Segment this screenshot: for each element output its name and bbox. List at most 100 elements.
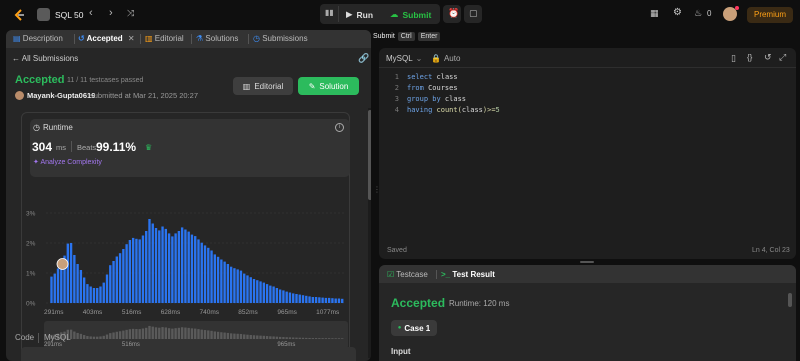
tab-editorial[interactable]: ▥ Editorial xyxy=(145,34,184,43)
problem-list-icon[interactable] xyxy=(37,8,50,21)
tab-testcase[interactable]: ☑ Testcase xyxy=(387,270,428,279)
chart-bar xyxy=(298,294,301,303)
chart-bar xyxy=(285,291,288,303)
leetcode-logo-icon[interactable] xyxy=(12,8,26,22)
chart-bar xyxy=(272,286,275,303)
code-line[interactable]: select class xyxy=(407,72,458,83)
debug-icon[interactable]: ▮▮ xyxy=(325,8,334,17)
chart-bar xyxy=(295,294,298,303)
submit-button[interactable]: ☁ Submit xyxy=(390,9,431,20)
x-tick-label: 403ms xyxy=(83,309,103,316)
chart-bar xyxy=(122,249,125,303)
navigator-bar xyxy=(187,327,190,339)
shuffle-icon[interactable]: ⤨ xyxy=(127,8,134,19)
next-problem-icon[interactable]: › xyxy=(109,7,113,19)
navigator-bar xyxy=(194,328,197,339)
reset-code-icon[interactable]: ↺ xyxy=(764,52,772,63)
language-select[interactable]: MySQL ⌄ xyxy=(386,54,422,63)
chart-bar xyxy=(216,256,220,303)
navigator-bar xyxy=(131,328,135,339)
result-status: Accepted xyxy=(391,296,446,310)
lock-icon: 🔒 xyxy=(431,54,441,63)
chart-bar xyxy=(161,226,164,303)
navigator-bar xyxy=(197,329,200,339)
submission-panel: ▤ Description ↺ Accepted ✕ ▥ Editorial ⚗… xyxy=(6,30,371,361)
run-button[interactable]: ▶ Run xyxy=(346,9,373,20)
status-dot-icon: ● xyxy=(397,325,402,331)
case-1-tab[interactable]: ● Case 1 xyxy=(391,320,437,336)
chart-bar xyxy=(92,288,96,303)
chart-bar xyxy=(314,297,318,303)
problem-list-title[interactable]: SQL 50 xyxy=(55,10,84,20)
chart-bar xyxy=(311,297,314,303)
tab-description[interactable]: ▤ Description xyxy=(13,34,63,43)
runtime-distribution-chart: 3% 2% 1% 0% 291ms 403ms 516ms 628ms 740ms 852ms 96… xyxy=(26,211,348,349)
alarm-icon: ⏰ xyxy=(448,8,460,18)
streak-fire-icon[interactable]: ♨ xyxy=(694,8,702,19)
panel-scrollbar-thumb[interactable] xyxy=(368,110,371,200)
tab-accepted[interactable]: ↺ Accepted ✕ xyxy=(78,34,135,43)
chart-bar xyxy=(239,270,243,303)
navigator-bar xyxy=(272,336,275,339)
chart-bar xyxy=(79,270,83,303)
x-tick-label: 740ms xyxy=(199,309,219,316)
navigator-bar xyxy=(292,337,295,339)
submitted-code-box xyxy=(21,347,356,361)
chart-bar xyxy=(275,288,279,303)
chart-bar xyxy=(213,254,216,303)
result-scrollbar-thumb[interactable] xyxy=(788,293,792,307)
submitter-name[interactable]: Mayank-Gupta0619 xyxy=(27,91,95,100)
timer-button[interactable]: ⏰ xyxy=(443,5,461,23)
navigator-bar xyxy=(334,338,337,339)
y-tick-label: 2% xyxy=(26,241,36,248)
tab-solutions[interactable]: ⚗ Solutions xyxy=(196,34,238,43)
code-line[interactable]: from Courses xyxy=(407,83,458,94)
tab-test-result[interactable]: >_ Test Result xyxy=(441,270,495,279)
chart-bar xyxy=(246,275,249,303)
navigator-bar xyxy=(138,329,141,339)
navigator-bar xyxy=(246,334,249,339)
panel-tab-bar: ▤ Description ↺ Accepted ✕ ▥ Editorial ⚗… xyxy=(6,30,371,48)
x-tick-label: 852ms xyxy=(238,309,258,316)
navigator-bar xyxy=(243,334,246,339)
horizontal-splitter-handle[interactable] xyxy=(580,261,594,263)
chart-bar xyxy=(167,233,171,303)
link-icon[interactable]: 🔗 xyxy=(358,53,369,64)
navigator-bar xyxy=(229,333,233,339)
chart-bar xyxy=(118,253,122,303)
layout-grid-icon[interactable]: ▦ xyxy=(650,8,659,19)
all-submissions-link[interactable]: ← All Submissions xyxy=(12,54,78,63)
chart-bar xyxy=(262,282,265,303)
close-tab-icon[interactable]: ✕ xyxy=(128,34,135,43)
x-tick-label: 1077ms xyxy=(316,309,340,316)
x-tick-label: 628ms xyxy=(161,309,181,316)
navigator-bar xyxy=(82,335,86,339)
notes-button[interactable]: ▢ xyxy=(464,5,482,23)
chart-bar xyxy=(288,292,292,303)
prev-problem-icon[interactable]: ‹ xyxy=(89,7,93,19)
editorial-button[interactable]: ▥ Editorial xyxy=(233,77,293,95)
bookmark-icon[interactable]: ▯ xyxy=(731,53,736,64)
navigator-bar xyxy=(180,327,184,339)
code-line[interactable]: having count(class)>=5 xyxy=(407,105,500,116)
premium-button[interactable]: Premium xyxy=(747,7,793,23)
fullscreen-icon[interactable]: ⤢ xyxy=(779,52,786,63)
chart-bar xyxy=(259,281,262,303)
tab-submissions[interactable]: ◷ Submissions xyxy=(253,34,308,43)
navigator-bar xyxy=(171,328,174,339)
submitter-avatar[interactable] xyxy=(15,91,24,100)
result-runtime: Runtime: 120 ms xyxy=(449,299,510,308)
format-braces-icon[interactable]: {} xyxy=(747,53,752,62)
auto-mode-toggle[interactable]: 🔒 Auto xyxy=(431,54,460,63)
code-line[interactable]: group by class xyxy=(407,94,466,105)
solution-button[interactable]: ✎ Solution xyxy=(298,77,359,95)
settings-gear-icon[interactable]: ⚙ xyxy=(673,7,682,18)
navigator-bar xyxy=(259,335,262,339)
terminal-icon: >_ xyxy=(441,270,451,279)
navigator-bar xyxy=(190,328,194,339)
navigator-bar xyxy=(282,337,285,339)
navigator-bar xyxy=(96,336,99,339)
navigator-bar xyxy=(76,332,79,339)
chart-bar xyxy=(171,236,174,303)
navigator-bar xyxy=(122,330,125,339)
